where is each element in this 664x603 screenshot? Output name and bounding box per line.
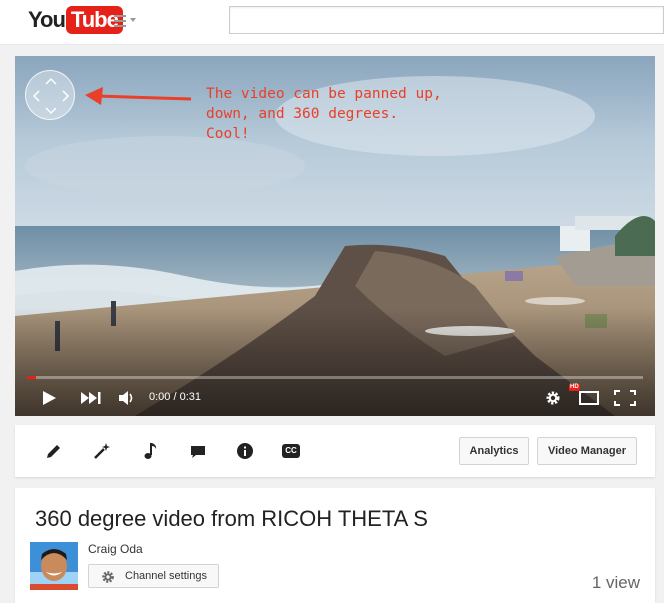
pan-control[interactable] xyxy=(25,70,75,120)
fullscreen-icon[interactable] xyxy=(614,390,636,406)
play-icon[interactable] xyxy=(41,390,57,406)
pan-arrows-icon xyxy=(32,77,70,115)
pencil-icon[interactable] xyxy=(45,442,63,460)
annotation-text: The video can be panned up, down, and 36… xyxy=(206,86,442,142)
search-input[interactable] xyxy=(229,6,664,34)
youtube-logo[interactable]: You Tube xyxy=(28,6,123,34)
video-title: 360 degree video from RICOH THETA S xyxy=(35,506,428,531)
video-info-card: 360 degree video from RICOH THETA S Crai… xyxy=(15,488,655,603)
avatar[interactable] xyxy=(30,542,78,590)
cc-label: CC xyxy=(285,446,297,455)
view-count: 1 view xyxy=(591,573,640,592)
settings-gear-icon[interactable] xyxy=(545,390,561,406)
channel-settings-label: Channel settings xyxy=(125,570,207,582)
creator-toolbar: CC Analytics Video Manager xyxy=(15,425,655,477)
masthead: You Tube xyxy=(0,0,664,45)
annotation-arrow xyxy=(85,87,192,105)
speech-bubble-icon[interactable] xyxy=(189,442,207,460)
theater-mode-icon[interactable] xyxy=(579,391,599,405)
music-note-icon[interactable] xyxy=(141,442,159,460)
guide-menu-icon[interactable] xyxy=(114,13,140,29)
gear-icon xyxy=(102,571,114,583)
channel-settings-button[interactable]: Channel settings xyxy=(88,564,219,588)
magic-wand-icon[interactable] xyxy=(93,442,111,460)
cc-icon[interactable]: CC xyxy=(282,444,300,458)
volume-icon[interactable] xyxy=(119,390,137,406)
next-icon[interactable] xyxy=(81,392,101,404)
time-display: 0:00 / 0:31 xyxy=(149,391,201,403)
logo-you-text: You xyxy=(28,7,66,32)
player-controls: 0:00 / 0:31 HD xyxy=(15,379,655,416)
avatar-image xyxy=(30,542,78,590)
video-manager-button[interactable]: Video Manager xyxy=(537,437,637,465)
channel-name-link[interactable]: Craig Oda xyxy=(88,542,143,556)
hd-badge: HD xyxy=(569,384,580,391)
info-icon[interactable] xyxy=(236,442,254,460)
analytics-button[interactable]: Analytics xyxy=(459,437,529,465)
video-player[interactable]: The video can be panned up, down, and 36… xyxy=(15,56,655,416)
